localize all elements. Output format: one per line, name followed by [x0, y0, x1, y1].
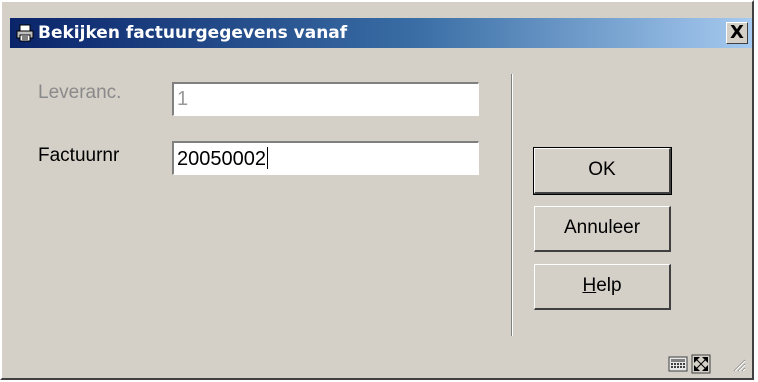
ok-button[interactable]: OK	[533, 147, 672, 195]
supplier-field[interactable]: 1	[172, 82, 479, 116]
dialog-window: Bekijken factuurgegevens vanaf X Leveran…	[0, 0, 754, 380]
vertical-separator	[511, 74, 513, 336]
help-button[interactable]: Help	[534, 264, 671, 310]
help-label-rest: elp	[596, 275, 622, 296]
invoice-number-field[interactable]: 20050002	[172, 141, 479, 175]
help-mnemonic: H	[582, 275, 597, 296]
window-title: Bekijken factuurgegevens vanaf	[38, 23, 348, 43]
printer-icon	[16, 24, 34, 42]
cancel-button[interactable]: Annuleer	[534, 206, 671, 252]
calculator-icon[interactable]	[668, 354, 688, 374]
maximize-icon[interactable]	[691, 354, 711, 374]
invoice-number-label: Factuurnr	[38, 145, 120, 166]
supplier-label: Leveranc.	[38, 82, 122, 103]
resize-grip-icon[interactable]	[732, 358, 746, 372]
invoice-number-value: 20050002	[177, 148, 266, 170]
title-bar[interactable]: Bekijken factuurgegevens vanaf X	[10, 18, 752, 48]
text-caret	[266, 147, 268, 169]
close-button[interactable]: X	[726, 22, 748, 44]
